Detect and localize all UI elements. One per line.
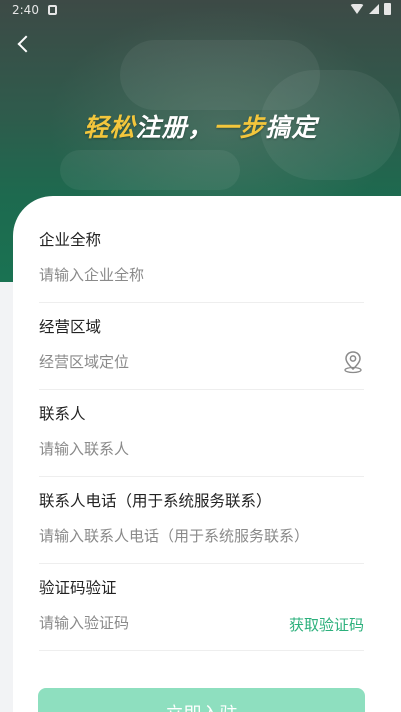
status-icons <box>350 3 391 15</box>
code-field: 验证码验证 获取验证码 <box>39 577 364 634</box>
page-title: 轻松注册，一步搞定 <box>0 108 401 144</box>
get-code-button[interactable]: 获取验证码 <box>289 614 364 635</box>
battery-icon <box>384 3 391 15</box>
contact-label: 联系人 <box>39 405 86 423</box>
code-input[interactable] <box>39 612 269 634</box>
region-input[interactable] <box>39 351 364 373</box>
divider <box>39 563 364 564</box>
contact-input-wrap <box>39 438 364 460</box>
title-text: 注册， <box>135 113 214 142</box>
divider <box>39 302 364 303</box>
phone-field: 联系人电话（用于系统服务联系） <box>39 490 364 547</box>
title-highlight: 一步 <box>213 113 266 142</box>
title-text: 搞定 <box>265 113 318 142</box>
submit-button[interactable]: 立即入驻 <box>38 688 365 712</box>
contact-field: 联系人 <box>39 403 364 460</box>
signal-icon <box>369 4 379 14</box>
divider <box>39 389 364 390</box>
phone-input-wrap <box>39 525 364 547</box>
region-field: 经营区域 <box>39 316 364 374</box>
divider <box>39 476 364 477</box>
code-label: 验证码验证 <box>39 579 117 597</box>
company-input[interactable] <box>39 264 364 286</box>
phone-label: 联系人电话（用于系统服务联系） <box>39 492 272 510</box>
region-input-wrap <box>39 350 364 374</box>
registration-form: 企业全称 经营区域 联系人 联系人电话（用于系统服务联系） 验证码验证 <box>13 196 401 712</box>
code-input-wrap: 获取验证码 <box>39 612 364 634</box>
status-bar: 2:40 <box>0 0 401 22</box>
notification-icon <box>48 5 57 15</box>
phone-input[interactable] <box>39 525 364 547</box>
company-input-wrap <box>39 264 364 286</box>
divider <box>39 650 364 651</box>
wifi-icon <box>350 4 364 14</box>
location-pin-icon[interactable] <box>342 350 364 374</box>
title-highlight: 轻松 <box>83 113 136 142</box>
back-button[interactable] <box>10 30 38 58</box>
region-label: 经营区域 <box>39 318 102 336</box>
status-time: 2:40 <box>12 3 39 17</box>
company-label: 企业全称 <box>39 231 102 249</box>
company-field: 企业全称 <box>39 229 364 286</box>
contact-input[interactable] <box>39 438 364 460</box>
banner-background-shape <box>60 150 240 190</box>
